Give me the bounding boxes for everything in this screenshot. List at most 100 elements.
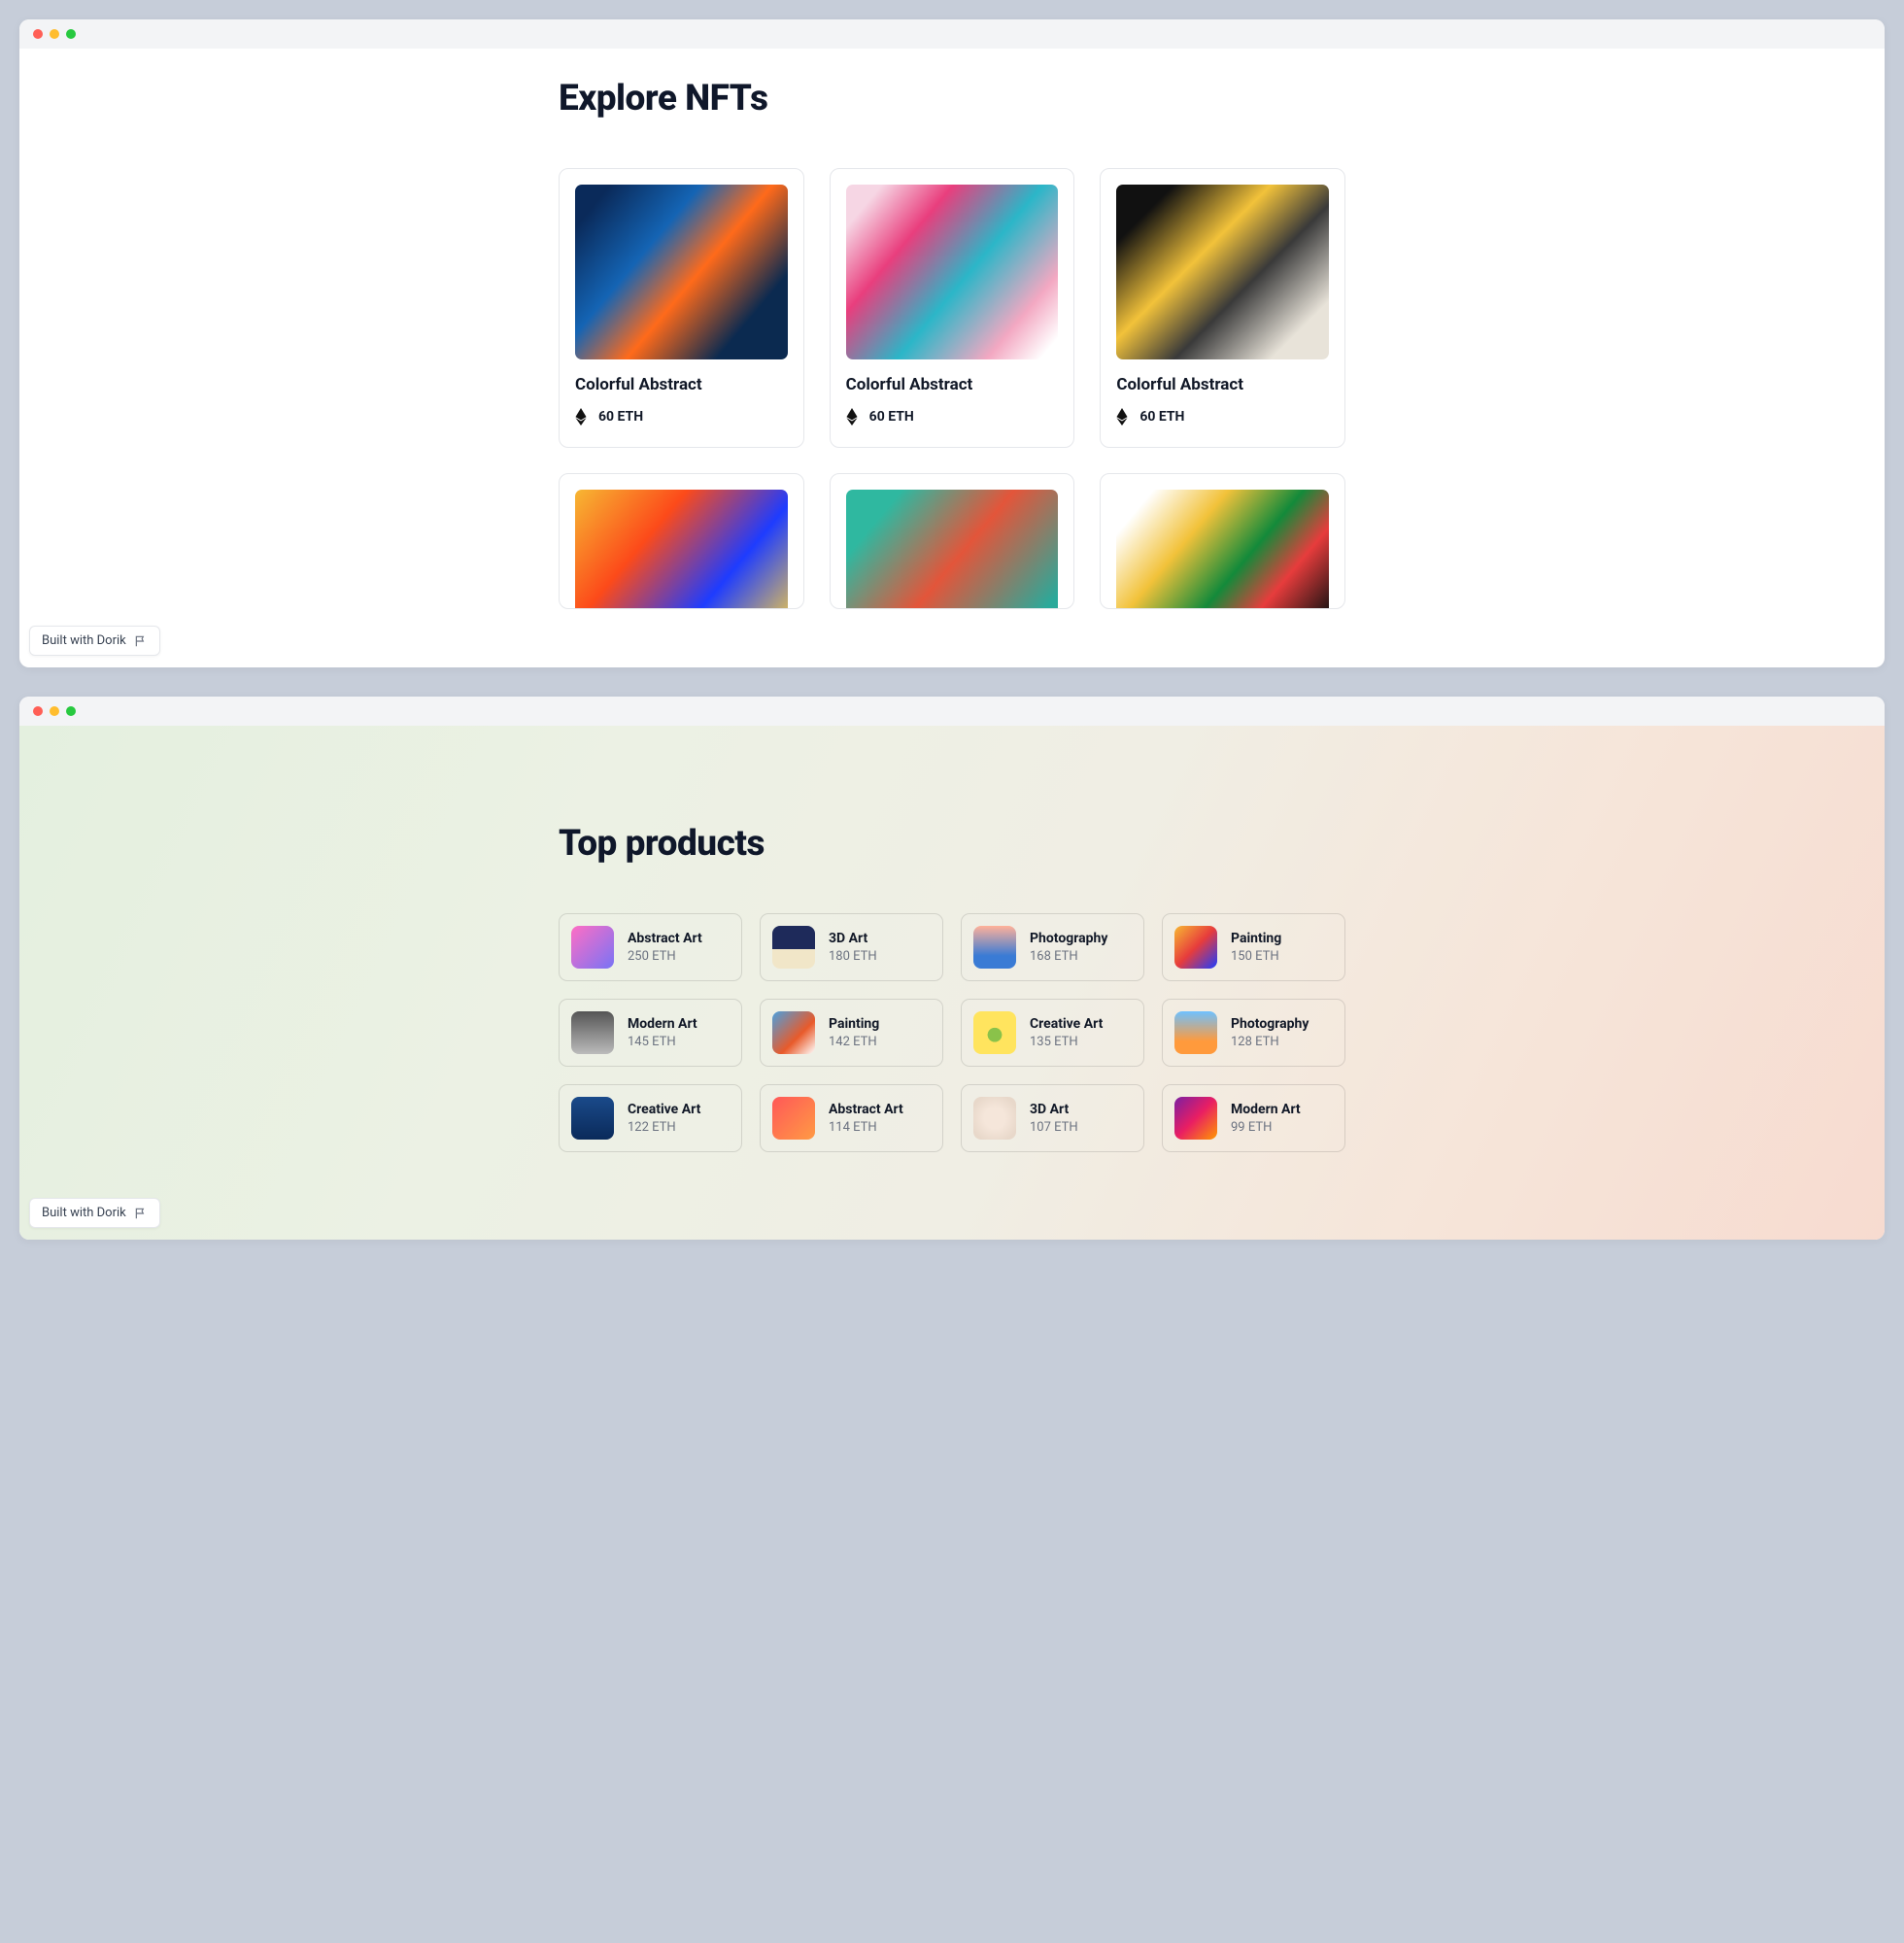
window-maximize-icon[interactable] [66, 29, 76, 39]
product-info: Painting 150 ETH [1231, 931, 1281, 964]
badge-label: Built with Dorik [42, 1206, 126, 1220]
product-title: Photography [1030, 931, 1107, 946]
ethereum-icon [575, 408, 587, 426]
product-card[interactable]: Photography 128 ETH [1162, 999, 1345, 1067]
product-price: 250 ETH [628, 949, 702, 964]
product-price: 142 ETH [829, 1035, 879, 1049]
nft-price: 60 ETH [869, 409, 914, 425]
nft-price-row: 60 ETH [1116, 408, 1329, 426]
product-title: Modern Art [1231, 1102, 1301, 1117]
product-title: 3D Art [829, 931, 877, 946]
browser-window-explore: Explore NFTs Colorful Abstract60 ETHColo… [19, 19, 1885, 667]
product-card[interactable]: Painting 142 ETH [760, 999, 943, 1067]
product-price: 150 ETH [1231, 949, 1281, 964]
nft-price: 60 ETH [1139, 409, 1184, 425]
window-titlebar [19, 697, 1885, 726]
product-thumbnail [772, 1097, 815, 1140]
product-thumbnail [571, 926, 614, 969]
badge-label: Built with Dorik [42, 633, 126, 648]
nft-title: Colorful Abstract [575, 375, 788, 394]
product-price: 135 ETH [1030, 1035, 1103, 1049]
nft-thumbnail [1116, 490, 1329, 609]
nft-card[interactable] [559, 473, 804, 609]
nft-card[interactable]: Colorful Abstract 60 ETH [1100, 168, 1345, 448]
nft-card[interactable]: Colorful Abstract 60 ETH [830, 168, 1075, 448]
window-minimize-icon[interactable] [50, 706, 59, 716]
built-with-badge[interactable]: Built with Dorik [29, 1198, 160, 1228]
window-body: Top products Abstract Art250 ETH3D Art18… [19, 726, 1885, 1240]
nft-thumbnail [1116, 185, 1329, 359]
product-thumbnail [571, 1011, 614, 1054]
product-info: 3D Art 180 ETH [829, 931, 877, 964]
product-thumbnail [973, 1011, 1016, 1054]
nft-title: Colorful Abstract [846, 375, 1059, 394]
product-title: 3D Art [1030, 1102, 1078, 1117]
nft-price-row: 60 ETH [846, 408, 1059, 426]
product-info: Modern Art 145 ETH [628, 1016, 697, 1049]
product-card[interactable]: 3D Art 180 ETH [760, 913, 943, 981]
flag-icon [134, 634, 148, 648]
product-price: 180 ETH [829, 949, 877, 964]
product-price: 122 ETH [628, 1120, 700, 1135]
product-info: Creative Art 135 ETH [1030, 1016, 1103, 1049]
product-price: 168 ETH [1030, 949, 1107, 964]
product-info: Photography 168 ETH [1030, 931, 1107, 964]
product-info: Photography 128 ETH [1231, 1016, 1309, 1049]
window-close-icon[interactable] [33, 29, 43, 39]
product-thumbnail [973, 926, 1016, 969]
product-thumbnail [1174, 1011, 1217, 1054]
product-title: Painting [1231, 931, 1281, 946]
product-price: 145 ETH [628, 1035, 697, 1049]
product-card[interactable]: Modern Art 99 ETH [1162, 1084, 1345, 1152]
window-maximize-icon[interactable] [66, 706, 76, 716]
product-thumbnail [772, 926, 815, 969]
product-info: Abstract Art250 ETH [628, 931, 702, 964]
product-price: 114 ETH [829, 1120, 903, 1135]
product-title: Creative Art [628, 1102, 700, 1117]
flag-icon [134, 1207, 148, 1220]
ethereum-icon [846, 408, 858, 426]
built-with-badge[interactable]: Built with Dorik [29, 626, 160, 656]
page-title: Top products [559, 823, 1345, 865]
product-price: 107 ETH [1030, 1120, 1078, 1135]
nft-title: Colorful Abstract [1116, 375, 1329, 394]
product-info: Modern Art 99 ETH [1231, 1102, 1301, 1135]
nft-card[interactable] [830, 473, 1075, 609]
window-minimize-icon[interactable] [50, 29, 59, 39]
page-title: Explore NFTs [559, 78, 1345, 119]
nft-thumbnail [846, 490, 1059, 609]
product-title: Abstract Art [829, 1102, 903, 1117]
product-title: Creative Art [1030, 1016, 1103, 1032]
product-thumbnail [973, 1097, 1016, 1140]
nft-price: 60 ETH [598, 409, 643, 425]
product-thumbnail [571, 1097, 614, 1140]
product-card[interactable]: Creative Art 135 ETH [961, 999, 1144, 1067]
nft-grid: Colorful Abstract60 ETHColorful Abstract… [559, 168, 1345, 609]
product-thumbnail [1174, 926, 1217, 969]
product-card[interactable]: Abstract Art250 ETH [559, 913, 742, 981]
top-products-grid: Abstract Art250 ETH3D Art180 ETHPhotogra… [559, 913, 1345, 1152]
window-close-icon[interactable] [33, 706, 43, 716]
product-title: Modern Art [628, 1016, 697, 1032]
nft-thumbnail [575, 490, 788, 609]
nft-card[interactable]: Colorful Abstract 60 ETH [559, 168, 804, 448]
nft-thumbnail [846, 185, 1059, 359]
product-info: Painting 142 ETH [829, 1016, 879, 1049]
product-card[interactable]: Abstract Art 114 ETH [760, 1084, 943, 1152]
product-thumbnail [772, 1011, 815, 1054]
product-info: Abstract Art 114 ETH [829, 1102, 903, 1135]
browser-window-top-products: Top products Abstract Art250 ETH3D Art18… [19, 697, 1885, 1240]
product-card[interactable]: Painting 150 ETH [1162, 913, 1345, 981]
nft-thumbnail [575, 185, 788, 359]
product-title: Photography [1231, 1016, 1309, 1032]
product-card[interactable]: Creative Art 122 ETH [559, 1084, 742, 1152]
product-card[interactable]: 3D Art 107 ETH [961, 1084, 1144, 1152]
window-titlebar [19, 19, 1885, 49]
product-card[interactable]: Modern Art 145 ETH [559, 999, 742, 1067]
product-price: 99 ETH [1231, 1120, 1301, 1135]
product-title: Painting [829, 1016, 879, 1032]
nft-price-row: 60 ETH [575, 408, 788, 426]
product-price: 128 ETH [1231, 1035, 1309, 1049]
nft-card[interactable] [1100, 473, 1345, 609]
product-card[interactable]: Photography 168 ETH [961, 913, 1144, 981]
